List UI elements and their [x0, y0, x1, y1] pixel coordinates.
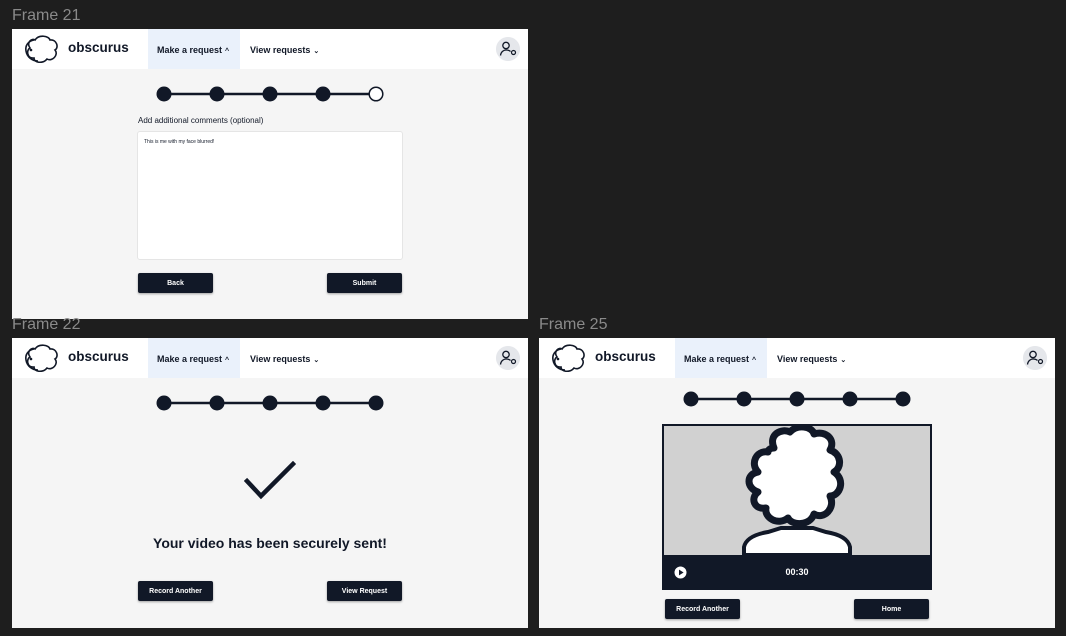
frame-title: Frame 21	[12, 7, 81, 24]
chevron-down-icon: ⌄	[840, 357, 847, 364]
chevron-down-icon: ⌄	[313, 48, 320, 55]
step-5	[368, 395, 384, 411]
step-3	[262, 86, 278, 102]
progress-stepper	[156, 395, 384, 411]
chevron-up-icon: ^	[225, 48, 230, 55]
back-button[interactable]: Back	[138, 273, 213, 293]
nav-view-requests[interactable]: View requests ⌄	[777, 354, 846, 364]
step-3	[262, 395, 278, 411]
frame-21: obscurus Make a request ^ View requests ⌄ …	[12, 29, 528, 319]
video-frame	[664, 426, 930, 555]
frame-25: obscurus Make a request ^ View requests ⌄ …	[539, 338, 1055, 628]
nav-make-request[interactable]: Make a request ^	[148, 338, 240, 378]
blurred-person-image	[742, 426, 852, 555]
step-4	[315, 395, 331, 411]
frame-22: obscurus Make a request ^ View requests ⌄ …	[12, 338, 528, 628]
step-2	[736, 391, 752, 407]
step-5	[895, 391, 911, 407]
video-player[interactable]: 00:30	[662, 424, 932, 590]
progress-stepper	[683, 391, 911, 407]
user-settings-icon[interactable]	[496, 346, 520, 370]
view-request-button[interactable]: View Request	[327, 581, 402, 601]
obscurus-logo	[25, 344, 58, 372]
comments-textarea[interactable]: This is me with my face blurred!	[137, 131, 403, 260]
step-2	[209, 86, 225, 102]
nav-make-request-label: Make a request	[684, 354, 750, 364]
comments-label: Add additional comments (optional)	[138, 116, 264, 125]
nav-view-requests-label: View requests	[777, 354, 838, 364]
step-3	[789, 391, 805, 407]
checkmark-icon	[244, 461, 296, 500]
step-5	[368, 86, 384, 102]
nav-make-request[interactable]: Make a request ^	[148, 29, 240, 69]
frame-title: Frame 25	[539, 316, 608, 333]
chevron-up-icon: ^	[225, 357, 230, 364]
nav-view-requests-label: View requests	[250, 45, 311, 55]
chevron-up-icon: ^	[752, 357, 757, 364]
nav-view-requests[interactable]: View requests ⌄	[250, 45, 319, 55]
nav-view-requests[interactable]: View requests ⌄	[250, 354, 319, 364]
obscurus-logo	[25, 35, 58, 63]
step-4	[842, 391, 858, 407]
brand-name: obscurus	[68, 349, 129, 364]
record-another-button[interactable]: Record Another	[665, 599, 740, 619]
submit-button[interactable]: Submit	[327, 273, 402, 293]
nav-make-request[interactable]: Make a request ^	[675, 338, 767, 378]
user-settings-icon[interactable]	[1023, 346, 1047, 370]
user-settings-icon[interactable]	[496, 37, 520, 61]
top-nav: obscurus Make a request ^ View requests ⌄	[12, 29, 528, 69]
record-another-button[interactable]: Record Another	[138, 581, 213, 601]
chevron-down-icon: ⌄	[313, 357, 320, 364]
frame-title: Frame 22	[12, 316, 81, 333]
nav-view-requests-label: View requests	[250, 354, 311, 364]
progress-stepper	[156, 86, 384, 102]
success-message: Your video has been securely sent!	[153, 535, 387, 551]
brand-name: obscurus	[68, 40, 129, 55]
step-1	[156, 395, 172, 411]
step-2	[209, 395, 225, 411]
step-4	[315, 86, 331, 102]
nav-make-request-label: Make a request	[157, 45, 223, 55]
top-nav: obscurus Make a request ^ View requests ⌄	[12, 338, 528, 378]
brand-name: obscurus	[595, 349, 656, 364]
nav-make-request-label: Make a request	[157, 354, 223, 364]
obscurus-logo	[552, 344, 585, 372]
step-1	[156, 86, 172, 102]
home-button[interactable]: Home	[854, 599, 929, 619]
top-nav: obscurus Make a request ^ View requests ⌄	[539, 338, 1055, 378]
step-1	[683, 391, 699, 407]
video-time: 00:30	[785, 567, 809, 577]
